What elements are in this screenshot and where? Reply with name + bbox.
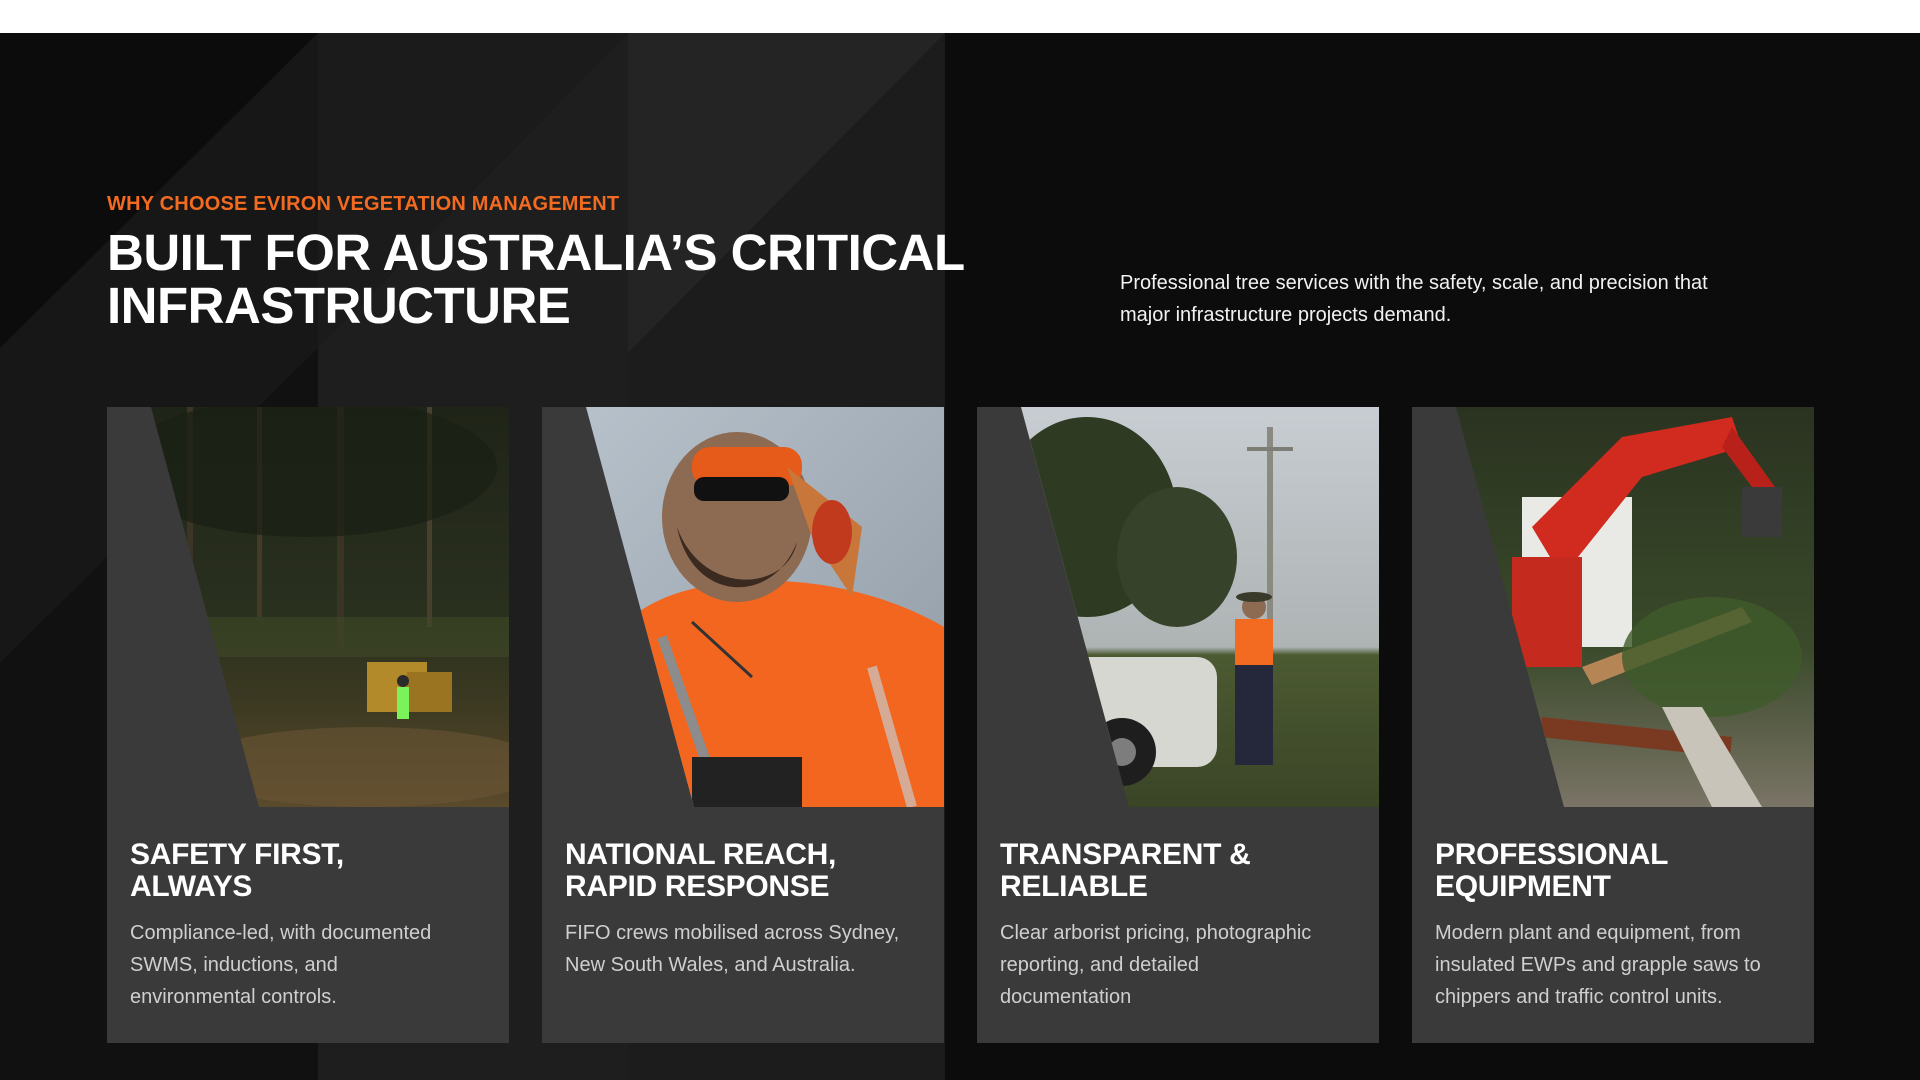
feature-card-transparent[interactable]: TRANSPARENT & RELIABLE Clear arborist pr… xyxy=(977,407,1379,1043)
card-desc-line-1: Modern plant and equipment, from xyxy=(1435,922,1741,944)
card-desc-line-2: New South Wales, and Australia. xyxy=(565,954,856,976)
card-description: FIFO crews mobilised across Sydney, New … xyxy=(565,917,925,981)
card-desc-line-1: Compliance-led, with documented xyxy=(130,922,432,944)
card-desc-line-1: FIFO crews mobilised across Sydney, xyxy=(565,922,900,944)
feature-card-equipment[interactable]: PROFESSIONAL EQUIPMENT Modern plant and … xyxy=(1412,407,1814,1043)
card-title-line-2: RELIABLE xyxy=(1000,870,1148,903)
forest-mulcher-worker-photo xyxy=(151,407,509,807)
card-title-line-1: TRANSPARENT & xyxy=(1000,838,1251,871)
card-title-line-1: SAFETY FIRST, xyxy=(130,838,344,871)
section-intro: Professional tree services with the safe… xyxy=(1120,267,1800,331)
card-desc-line-3: environmental controls. xyxy=(130,986,337,1008)
card-desc-line-2: SWMS, inductions, and xyxy=(130,954,338,976)
card-desc-line-3: chippers and traffic control units. xyxy=(1435,986,1723,1008)
feature-card-safety[interactable]: SAFETY FIRST, ALWAYS Compliance-led, wit… xyxy=(107,407,509,1043)
top-white-bar xyxy=(0,0,1920,33)
card-title-line-2: RAPID RESPONSE xyxy=(565,870,830,903)
card-title: TRANSPARENT & RELIABLE xyxy=(1000,839,1360,903)
card-desc-line-3: documentation xyxy=(1000,986,1132,1008)
card-description: Compliance-led, with documented SWMS, in… xyxy=(130,917,490,1013)
card-desc-line-1: Clear arborist pricing, photographic xyxy=(1000,922,1312,944)
card-title: SAFETY FIRST, ALWAYS xyxy=(130,839,490,903)
card-desc-line-2: reporting, and detailed xyxy=(1000,954,1200,976)
heading-line-1: BUILT FOR AUSTRALIA’S CRITICAL xyxy=(107,224,965,281)
intro-line-1: Professional tree services with the safe… xyxy=(1120,272,1708,294)
excavator-grapple-saw-photo xyxy=(1456,407,1814,807)
card-title-line-2: ALWAYS xyxy=(130,870,253,903)
card-description: Clear arborist pricing, photographic rep… xyxy=(1000,917,1360,1013)
card-title-line-2: EQUIPMENT xyxy=(1435,870,1611,903)
heading-line-2: INFRASTRUCTURE xyxy=(107,277,571,334)
section-eyebrow: WHY CHOOSE EVIRON VEGETATION MANAGEMENT xyxy=(107,193,620,215)
why-choose-section: WHY CHOOSE EVIRON VEGETATION MANAGEMENT … xyxy=(0,33,1920,1080)
card-description: Modern plant and equipment, from insulat… xyxy=(1435,917,1795,1013)
section-heading: BUILT FOR AUSTRALIA’S CRITICAL INFRASTRU… xyxy=(107,226,1007,332)
arborist-by-vehicle-powerline-photo xyxy=(1021,407,1379,807)
card-title: PROFESSIONAL EQUIPMENT xyxy=(1435,839,1795,903)
card-title-line-1: PROFESSIONAL xyxy=(1435,838,1669,871)
worker-hi-vis-portrait-photo xyxy=(586,407,944,807)
feature-card-national-reach[interactable]: NATIONAL REACH, RAPID RESPONSE FIFO crew… xyxy=(542,407,944,1043)
card-title-line-1: NATIONAL REACH, xyxy=(565,838,837,871)
intro-line-2: major infrastructure projects demand. xyxy=(1120,304,1452,326)
card-desc-line-2: insulated EWPs and grapple saws to xyxy=(1435,954,1761,976)
card-title: NATIONAL REACH, RAPID RESPONSE xyxy=(565,839,925,903)
